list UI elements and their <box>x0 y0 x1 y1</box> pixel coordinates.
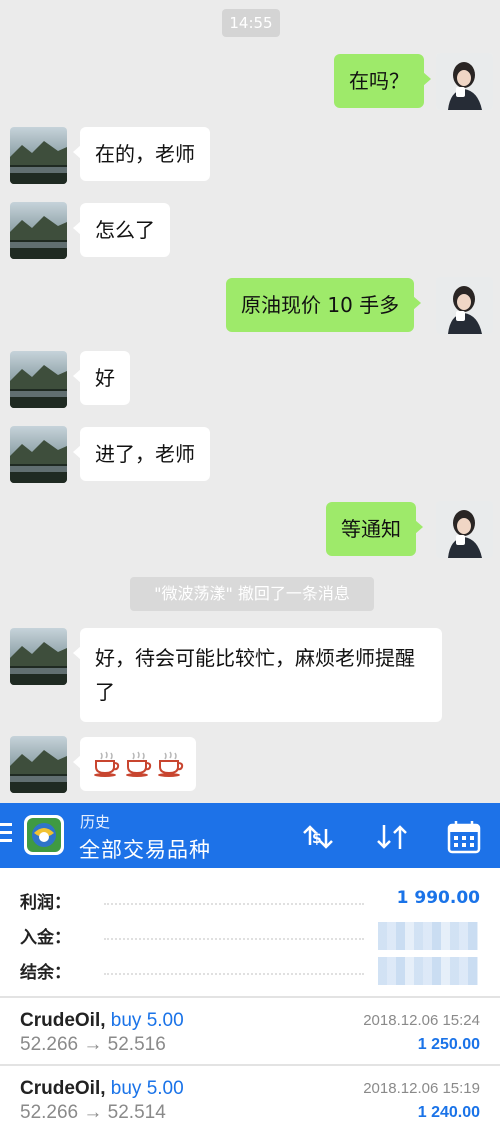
trade-date: 2018.12.06 15:24 <box>363 1012 480 1029</box>
trade-symbol: CrudeOil, buy 5.00 <box>20 1010 184 1031</box>
profit-row: 利润： 1 990.00 <box>0 886 500 916</box>
message-bubble-incoming[interactable]: 好，待会可能比较忙，麻烦老师提醒了 <box>73 628 442 722</box>
profit-value: 1 990.00 <box>396 888 480 908</box>
trade-date: 2018.12.06 15:19 <box>363 1080 480 1097</box>
trade-row[interactable]: CrudeOil, buy 5.00 52.266 → 52.514 2018.… <box>0 1066 500 1130</box>
dotted-leader <box>104 938 364 940</box>
header-title[interactable]: 全部交易品种 <box>79 834 211 864</box>
message-bubble-outgoing[interactable]: 在吗？ <box>334 54 431 108</box>
currency-exchange-icon[interactable]: $ <box>298 817 338 857</box>
contact-avatar[interactable] <box>10 351 67 408</box>
contact-avatar[interactable] <box>10 426 67 483</box>
balance-row: 结余： <box>0 956 500 986</box>
trade-side: buy 5.00 <box>110 1010 184 1031</box>
sort-icon[interactable] <box>372 817 412 857</box>
contact-avatar[interactable] <box>10 736 67 793</box>
message-bubble-incoming[interactable]: 进了，老师 <box>73 427 210 481</box>
trade-symbol: CrudeOil, buy 5.00 <box>20 1078 184 1099</box>
contact-avatar[interactable] <box>10 628 67 685</box>
deposit-row: 入金： <box>0 921 500 951</box>
calendar-icon[interactable] <box>444 817 484 857</box>
dotted-leader <box>104 903 364 905</box>
balance-label: 结余： <box>20 963 71 983</box>
blurred-deposit-value <box>378 922 478 950</box>
recall-notice: "微波荡漾" 撤回了一条消息 <box>130 577 374 611</box>
coffee-cup-icon <box>94 751 120 777</box>
deposit-label: 入金： <box>20 928 71 948</box>
teacher-avatar[interactable] <box>436 501 493 558</box>
chat-area: 14:55 在吗？ 在的，老师 怎么了 原油现价 10 手多 好 进了，老师 等… <box>0 0 500 803</box>
trade-profit: 1 240.00 <box>417 1104 480 1121</box>
trade-side: buy 5.00 <box>110 1078 184 1099</box>
trade-row[interactable]: CrudeOil, buy 5.00 52.266 → 52.516 2018.… <box>0 998 500 1062</box>
app-logo-icon <box>24 815 64 855</box>
trade-profit: 1 250.00 <box>417 1036 480 1053</box>
svg-text:$: $ <box>312 831 322 847</box>
contact-avatar[interactable] <box>10 127 67 184</box>
contact-avatar[interactable] <box>10 202 67 259</box>
message-bubble-outgoing[interactable]: 等通知 <box>326 502 423 556</box>
trade-prices: 52.266 → 52.516 <box>20 1034 166 1055</box>
header-subtitle: 历史 <box>80 813 111 831</box>
message-bubble-incoming[interactable]: 好 <box>73 351 130 405</box>
timestamp: 14:55 <box>222 9 280 37</box>
dotted-leader <box>104 973 364 975</box>
blurred-balance-value <box>378 957 478 985</box>
history-header: 历史 全部交易品种 $ <box>0 803 500 868</box>
trade-history-list: CrudeOil, buy 5.00 52.266 → 52.516 2018.… <box>0 998 500 1133</box>
message-bubble-outgoing[interactable]: 原油现价 10 手多 <box>226 278 422 332</box>
account-summary: 利润： 1 990.00 入金： 结余： <box>0 868 500 996</box>
message-bubble-incoming[interactable]: 在的，老师 <box>73 127 210 181</box>
teacher-avatar[interactable] <box>436 277 493 334</box>
trade-prices: 52.266 → 52.514 <box>20 1102 166 1123</box>
message-bubble-incoming[interactable]: 怎么了 <box>73 203 170 257</box>
message-bubble-incoming[interactable] <box>73 737 196 791</box>
coffee-cup-icon <box>158 751 184 777</box>
teacher-avatar[interactable] <box>436 53 493 110</box>
coffee-cup-icon <box>126 751 152 777</box>
profit-label: 利润： <box>20 893 71 913</box>
menu-icon[interactable] <box>0 823 14 847</box>
